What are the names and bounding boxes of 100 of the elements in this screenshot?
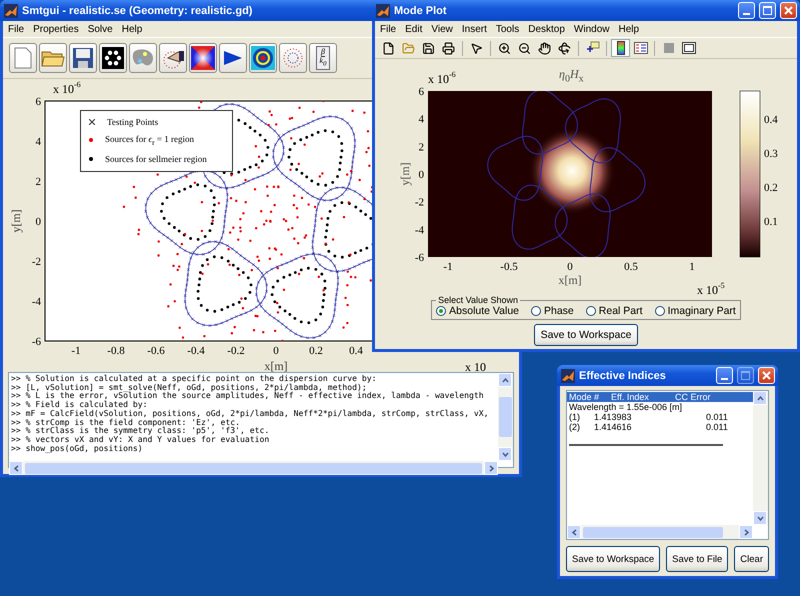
toolbar-button[interactable]: [69, 43, 97, 73]
scroll-right-button[interactable]: [739, 525, 753, 539]
list-cell-text: 0.011: [706, 422, 729, 432]
toolbar-button[interactable]: β k$_{0}$: [309, 43, 337, 73]
frame-icon: [682, 42, 696, 54]
axis-tick-label: 6: [36, 96, 41, 108]
list-cell-text: CC Error: [675, 392, 712, 402]
axis-tick-label: 1: [689, 261, 695, 273]
field-pattern-icon: [191, 46, 215, 70]
axis-exponent-label: x 10$^{-6}$: [428, 70, 456, 86]
zoom-in-icon: [498, 42, 511, 54]
list-row[interactable]: (1) 1.413983 0.011: [567, 412, 753, 422]
dialog-button[interactable]: Save to File: [666, 546, 728, 572]
play-icon: [222, 49, 244, 67]
scroll-down-button[interactable]: [753, 511, 767, 525]
axis-tick-label: 0: [567, 261, 573, 273]
close-button[interactable]: [758, 367, 775, 384]
menu-item[interactable]: View: [431, 24, 453, 34]
menu-item[interactable]: File: [8, 24, 24, 34]
axis-tick-label: -4: [32, 296, 41, 308]
dialog-button[interactable]: Save to Workspace: [566, 546, 660, 572]
scrollbar-thumb[interactable]: [583, 526, 723, 538]
axis-tick-label: -6: [414, 252, 424, 264]
code-line: >> show_pos(oGd, positions): [11, 444, 144, 452]
save-to-workspace-button[interactable]: Save to Workspace: [534, 324, 638, 346]
pointer-icon: [470, 42, 483, 54]
menu-item[interactable]: Help: [618, 24, 640, 34]
maximize-icon: [741, 371, 750, 380]
toolbar-button[interactable]: [249, 43, 277, 73]
radio-option[interactable]: Real Part: [586, 305, 643, 317]
axis-tick-label: 0: [36, 216, 41, 228]
menu-item[interactable]: Desktop: [528, 24, 565, 34]
axis-tick-label: -0.6: [147, 345, 165, 357]
colorbar-tick-label: 0.2: [764, 182, 778, 194]
minimize-icon: [743, 13, 750, 15]
radio-option[interactable]: Phase: [531, 305, 574, 317]
scroll-left-button[interactable]: [9, 461, 23, 475]
folder-icon: [41, 49, 65, 67]
axis-tick-label: 0: [418, 169, 424, 181]
legend-label: Sources for ϵ$_{r}$ = 1 region: [105, 134, 194, 147]
menu-item[interactable]: Window: [574, 24, 610, 34]
list-cell-text: 0.011: [706, 412, 729, 422]
legend-button[interactable]: [631, 39, 650, 57]
maximize-icon: [763, 6, 772, 15]
y-axis-label: y[m]: [398, 162, 412, 186]
minimize-icon: [721, 378, 728, 380]
toolbar-button[interactable]: [189, 43, 217, 73]
axis-exponent-label: x 10: [465, 360, 486, 374]
menu-item[interactable]: Insert: [462, 24, 487, 34]
colorbar-tick-label: 0.3: [764, 148, 778, 160]
list-row[interactable]: Wavelength = 1.55e-006 [m]: [567, 402, 753, 412]
show-tools-button[interactable]: [679, 39, 698, 57]
minimize-button[interactable]: [716, 367, 733, 384]
y-axis-label: y[m]: [9, 209, 23, 233]
toolbar-button[interactable]: [219, 43, 247, 73]
code-line: >> % L is the error, vSolution the source amplitudes, Neff - effective index, lambda - wavelength: [11, 391, 485, 400]
radio-button[interactable]: [586, 306, 596, 316]
toolbar-button[interactable]: [99, 43, 127, 73]
scroll-up-button[interactable]: [753, 391, 767, 405]
list-cell-text: Wavelength = 1.55e-006 [m]: [569, 402, 683, 412]
save-icon: [422, 42, 435, 54]
list-row[interactable]: (2) 1.414616 0.011: [567, 422, 753, 432]
axis-tick-label: -0.4: [187, 345, 205, 357]
axis-tick-label: 4: [36, 136, 41, 148]
close-button[interactable]: [780, 2, 797, 19]
list-cell-text: 1.414616: [594, 422, 633, 432]
maximize-button[interactable]: [759, 2, 776, 19]
dialog-button[interactable]: Clear: [734, 546, 769, 572]
radio-button[interactable]: [436, 306, 446, 316]
menu-item[interactable]: Tools: [496, 24, 520, 34]
axis-tick-label: 2: [418, 141, 424, 154]
menu-item[interactable]: File: [380, 24, 396, 34]
colorbar-button[interactable]: [611, 39, 630, 57]
maximize-button[interactable]: [737, 367, 754, 384]
radio-button[interactable]: [654, 306, 665, 316]
menu-item[interactable]: Edit: [405, 24, 422, 34]
square-icon: [664, 43, 674, 53]
scroll-up-button[interactable]: [498, 373, 512, 387]
colorbar-icon: [616, 41, 624, 55]
menu-item[interactable]: Solve: [88, 24, 113, 34]
axis-exponent-label: x 10$^{-6}$: [53, 80, 81, 96]
radio-option[interactable]: Imaginary Part: [654, 305, 736, 317]
minimize-button[interactable]: [738, 2, 755, 19]
axis-tick-label: -0.2: [227, 345, 245, 357]
radio-button[interactable]: [531, 306, 541, 316]
toolbar-button[interactable]: [159, 43, 187, 73]
scrollbar-thumb[interactable]: [25, 462, 482, 474]
app-logo-icon: [376, 4, 390, 18]
code-line: >> [L, vSolution] = smt_solve(Neff, oGd, positions, 2*pi/lambda, method);: [11, 382, 367, 392]
list-row[interactable]: Mode # Eff. Index CC Error: [567, 392, 753, 402]
menu-item[interactable]: Properties: [33, 24, 79, 34]
scroll-down-button[interactable]: [498, 447, 512, 461]
scrollbar-thumb[interactable]: [499, 397, 512, 437]
menu-item[interactable]: Help: [122, 24, 142, 34]
radio-option[interactable]: Absolute Value: [436, 305, 519, 317]
scroll-left-button[interactable]: [567, 525, 581, 539]
dots-ring-icon: [102, 47, 124, 69]
formula-text: k$_{0}$: [320, 56, 326, 68]
scroll-right-button[interactable]: [484, 461, 498, 475]
axis-exponent-label: x 10$^{-5}$: [697, 281, 725, 295]
